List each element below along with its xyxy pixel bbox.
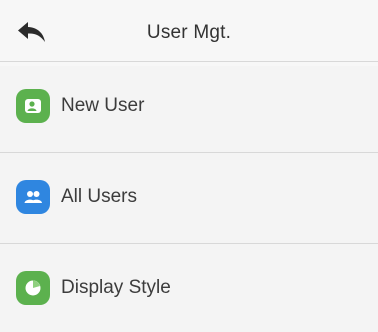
menu-item-all-users[interactable]: All Users bbox=[0, 153, 378, 241]
page-title: User Mgt. bbox=[146, 22, 232, 43]
back-arrow-icon bbox=[18, 22, 45, 42]
menu-item-label: Display Style bbox=[61, 277, 171, 298]
new-user-icon bbox=[16, 89, 50, 123]
all-users-icon bbox=[16, 180, 50, 214]
menu-item-label: New User bbox=[61, 95, 145, 116]
back-button[interactable] bbox=[14, 16, 50, 48]
display-style-icon bbox=[16, 271, 50, 305]
menu-item-label: All Users bbox=[61, 186, 138, 207]
menu-item-new-user[interactable]: New User bbox=[0, 62, 378, 150]
user-management-screen: User Mgt. New User All Users Display Sty… bbox=[0, 0, 378, 330]
menu-item-display-style[interactable]: Display Style bbox=[0, 244, 378, 332]
header-bar: User Mgt. bbox=[0, 0, 378, 66]
